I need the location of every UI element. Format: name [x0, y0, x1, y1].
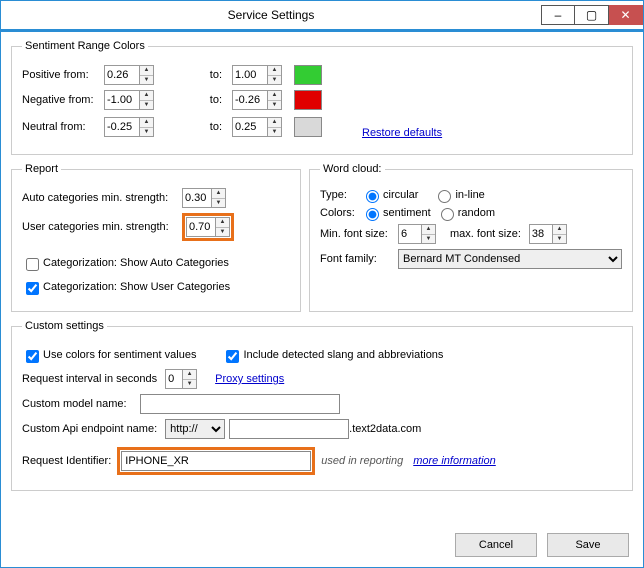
request-note: used in reporting [321, 455, 403, 467]
use-colors-checkbox[interactable] [26, 350, 39, 363]
to-label: to: [182, 121, 232, 133]
interval-label: Request interval in seconds [22, 373, 157, 385]
use-colors-label: Use colors for sentiment values [43, 349, 196, 361]
negative-from-label: Negative from: [22, 94, 104, 106]
restore-defaults-link[interactable]: Restore defaults [362, 127, 442, 139]
sentiment-group: Sentiment Range Colors Positive from: ▲▼… [11, 40, 633, 155]
report-legend: Report [22, 163, 61, 175]
include-slang-label: Include detected slang and abbreviations [243, 349, 443, 361]
user-strength-label: User categories min. strength: [22, 221, 182, 233]
colors-random-label: random [458, 207, 495, 219]
auto-strength-input[interactable]: ▲▼ [182, 188, 226, 208]
minimize-button[interactable]: – [541, 5, 575, 25]
positive-from-input[interactable]: ▲▼ [104, 65, 154, 85]
colors-sentiment-radio[interactable] [366, 208, 379, 221]
negative-from-input[interactable]: ▲▼ [104, 90, 154, 110]
auto-strength-label: Auto categories min. strength: [22, 192, 182, 204]
more-info-link[interactable]: more information [413, 455, 496, 467]
positive-from-label: Positive from: [22, 69, 104, 81]
user-strength-input[interactable]: ▲▼ [186, 217, 230, 237]
to-label: to: [182, 69, 232, 81]
report-group: Report Auto categories min. strength: ▲▼… [11, 163, 301, 312]
colors-label: Colors: [320, 207, 364, 219]
positive-to-input[interactable]: ▲▼ [232, 65, 282, 85]
wordcloud-legend: Word cloud: [320, 163, 385, 175]
type-circular-label: circular [383, 189, 418, 201]
font-family-select[interactable]: Bernard MT Condensed [398, 249, 622, 269]
request-id-label: Request Identifier: [22, 455, 111, 467]
colors-random-radio[interactable] [441, 208, 454, 221]
model-label: Custom model name: [22, 398, 140, 410]
settings-window: Service Settings – ▢ ✕ Sentiment Range C… [0, 0, 644, 568]
colors-sentiment-label: sentiment [383, 207, 431, 219]
to-label: to: [182, 94, 232, 106]
max-font-label: max. font size: [450, 228, 521, 240]
request-id-input[interactable] [121, 451, 311, 471]
type-inline-radio[interactable] [438, 190, 451, 203]
endpoint-suffix: .text2data.com [349, 423, 421, 435]
font-family-label: Font family: [320, 253, 398, 265]
proxy-link[interactable]: Proxy settings [215, 373, 284, 385]
neutral-color-swatch[interactable] [294, 117, 322, 137]
save-button[interactable]: Save [547, 533, 629, 557]
show-user-label: Categorization: Show User Categories [43, 281, 230, 293]
include-slang-checkbox[interactable] [226, 350, 239, 363]
negative-to-input[interactable]: ▲▼ [232, 90, 282, 110]
negative-color-swatch[interactable] [294, 90, 322, 110]
custom-group: Custom settings Use colors for sentiment… [11, 320, 633, 491]
endpoint-label: Custom Api endpoint name: [22, 423, 157, 435]
cancel-button[interactable]: Cancel [455, 533, 537, 557]
min-font-input[interactable]: ▲▼ [398, 224, 436, 244]
wordcloud-group: Word cloud: Type: circular in-line Color… [309, 163, 633, 312]
model-input[interactable] [140, 394, 340, 414]
neutral-to-input[interactable]: ▲▼ [232, 117, 282, 137]
show-auto-checkbox[interactable] [26, 258, 39, 271]
neutral-from-label: Neutral from: [22, 121, 104, 133]
interval-input[interactable]: ▲▼ [165, 369, 197, 389]
neutral-from-input[interactable]: ▲▼ [104, 117, 154, 137]
max-font-input[interactable]: ▲▼ [529, 224, 567, 244]
type-label: Type: [320, 189, 364, 201]
custom-legend: Custom settings [22, 320, 107, 332]
maximize-button[interactable]: ▢ [575, 5, 609, 25]
show-user-checkbox[interactable] [26, 282, 39, 295]
titlebar: Service Settings – ▢ ✕ [1, 1, 643, 29]
positive-color-swatch[interactable] [294, 65, 322, 85]
show-auto-label: Categorization: Show Auto Categories [43, 257, 229, 269]
type-circular-radio[interactable] [366, 190, 379, 203]
request-id-highlight [117, 447, 315, 475]
close-button[interactable]: ✕ [609, 5, 643, 25]
sentiment-legend: Sentiment Range Colors [22, 40, 148, 52]
window-controls: – ▢ ✕ [541, 5, 643, 25]
min-font-label: Min. font size: [320, 228, 398, 240]
protocol-select[interactable]: http:// [165, 419, 225, 439]
endpoint-input[interactable] [229, 419, 349, 439]
user-strength-highlight: ▲▼ [182, 213, 234, 241]
window-title: Service Settings [1, 8, 541, 22]
type-inline-label: in-line [455, 189, 484, 201]
